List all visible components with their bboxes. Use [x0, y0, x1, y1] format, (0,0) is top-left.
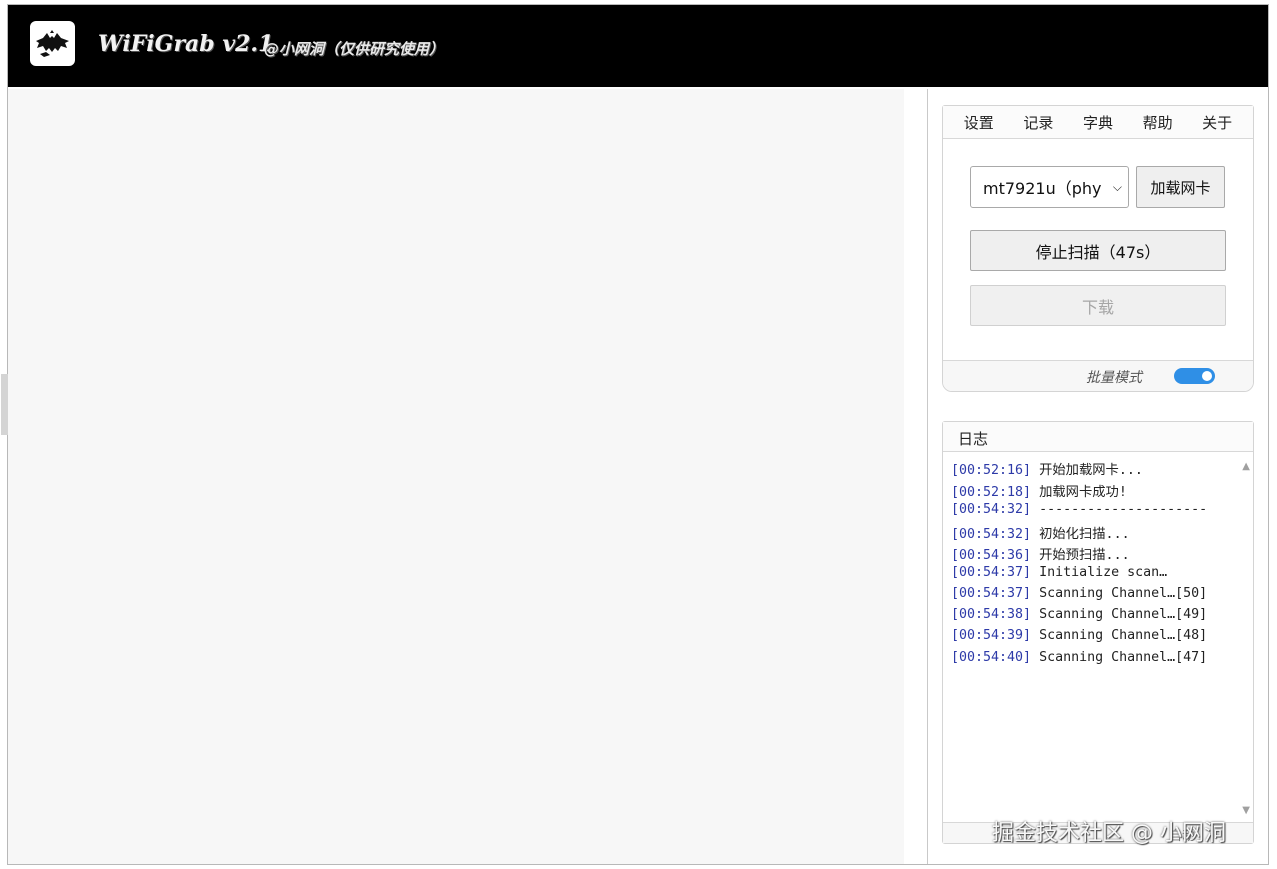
log-list[interactable]: [00:52:16] 开始加载网卡... [00:52:18] 加载网卡成功! …: [943, 453, 1253, 822]
log-timestamp: [00:54:37]: [951, 565, 1032, 580]
app-subtitle: @小网洞（仅供研究使用）: [264, 40, 445, 58]
toggle-knob: [1202, 371, 1212, 381]
menu-item-help[interactable]: 帮助: [1143, 112, 1173, 133]
log-entry: [00:54:37] Scanning Channel…[50]: [951, 586, 1207, 601]
log-message: Initialize scan…: [1039, 565, 1168, 580]
chevron-down-icon: ⌵: [1112, 180, 1122, 194]
log-entry: [00:54:32] 初始化扫描...: [951, 523, 1130, 542]
menu-item-records[interactable]: 记录: [1023, 112, 1053, 133]
batch-mode-toggle[interactable]: [1174, 368, 1215, 384]
batch-mode-label: 批量模式: [1086, 370, 1142, 386]
log-message: 初始化扫描...: [1039, 527, 1130, 542]
log-entry: [00:54:40] Scanning Channel…[47]: [951, 650, 1207, 665]
bat-logo-icon: [30, 21, 75, 66]
log-title: 日志: [943, 422, 1253, 452]
sidebar-toggle-handle[interactable]: [1, 374, 8, 435]
log-message: 加载网卡成功!: [1039, 485, 1127, 500]
adapter-select[interactable]: mt7921u（phy ⌵: [970, 166, 1129, 208]
app-title: WiFiGrab v2.1: [98, 31, 274, 57]
log-message: Scanning Channel…[49]: [1039, 607, 1208, 622]
log-timestamp: [00:54:39]: [951, 628, 1032, 643]
log-entry: [00:54:38] Scanning Channel…[49]: [951, 607, 1207, 622]
load-adapter-button[interactable]: 加载网卡: [1136, 166, 1225, 208]
menu-item-settings[interactable]: 设置: [964, 112, 994, 133]
log-entry: [00:54:36] 开始预扫描...: [951, 544, 1130, 563]
log-footer: 自动: [943, 822, 1253, 844]
network-canvas[interactable]: [1, 89, 904, 864]
log-entry: [00:52:18] 加载网卡成功!: [951, 481, 1127, 500]
log-timestamp: [00:54:40]: [951, 650, 1032, 665]
autoscroll-label: 自动: [1168, 829, 1195, 844]
log-timestamp: [00:54:38]: [951, 607, 1032, 622]
stop-scan-button[interactable]: 停止扫描（47s）: [970, 230, 1226, 271]
log-timestamp: [00:54:32]: [951, 527, 1032, 542]
menu-item-dictionary[interactable]: 字典: [1083, 112, 1113, 133]
log-timestamp: [00:54:37]: [951, 586, 1032, 601]
log-panel: 日志 [00:52:16] 开始加载网卡... [00:52:18] 加载网卡成…: [942, 421, 1254, 844]
batch-mode-bar: 批量模式: [943, 360, 1253, 391]
log-message: Scanning Channel…[50]: [1039, 586, 1208, 601]
app-window: WiFiGrab v2.1 @小网洞（仅供研究使用） 设置 记录 字典 帮助 关…: [1, 4, 1269, 865]
download-button[interactable]: 下载: [970, 285, 1226, 326]
log-timestamp: [00:54:36]: [951, 548, 1032, 563]
log-entry: [00:54:32] ---------------------: [951, 502, 1207, 517]
scroll-down-icon[interactable]: ▼: [1242, 805, 1250, 816]
scroll-up-icon[interactable]: ▲: [1242, 461, 1250, 472]
log-timestamp: [00:52:18]: [951, 485, 1032, 500]
log-timestamp: [00:52:16]: [951, 463, 1032, 478]
log-message: 开始预扫描...: [1039, 548, 1130, 563]
log-timestamp: [00:54:32]: [951, 502, 1032, 517]
log-message: 开始加载网卡...: [1039, 463, 1143, 478]
log-entry: [00:54:37] Initialize scan…: [951, 565, 1167, 580]
log-entry: [00:52:16] 开始加载网卡...: [951, 459, 1143, 478]
app-header: WiFiGrab v2.1 @小网洞（仅供研究使用）: [8, 5, 1268, 87]
log-message: Scanning Channel…[47]: [1039, 650, 1208, 665]
log-message: ---------------------: [1039, 502, 1208, 517]
log-entry: [00:54:39] Scanning Channel…[48]: [951, 628, 1207, 643]
log-message: Scanning Channel…[48]: [1039, 628, 1208, 643]
control-panel: 设置 记录 字典 帮助 关于 mt7921u（phy ⌵ 加载网卡 停止扫描（4…: [942, 105, 1254, 392]
panel-divider: [927, 89, 928, 864]
adapter-select-value: mt7921u（phy: [983, 179, 1102, 198]
menu-bar: 设置 记录 字典 帮助 关于: [943, 106, 1253, 139]
menu-item-about[interactable]: 关于: [1202, 112, 1232, 133]
